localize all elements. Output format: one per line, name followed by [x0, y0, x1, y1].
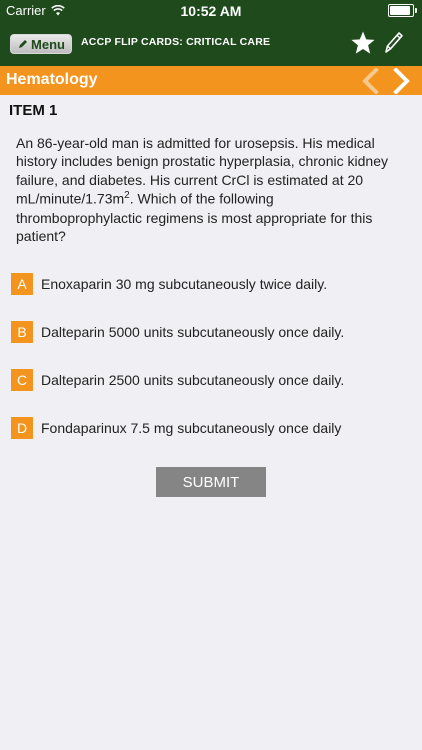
answer-option-b[interactable]: B Dalteparin 5000 units subcutaneously o…: [11, 321, 401, 343]
item-heading: ITEM 1: [9, 102, 58, 119]
chevron-right-icon: [393, 67, 410, 95]
answer-text: Fondaparinux 7.5 mg subcutaneously once …: [41, 420, 342, 436]
answer-text: Enoxaparin 30 mg subcutaneously twice da…: [41, 276, 328, 292]
star-icon: [351, 31, 375, 54]
section-title: Hematology: [6, 71, 98, 88]
edit-button[interactable]: [382, 30, 404, 56]
question-text: An 86-year-old man is admitted for urose…: [16, 134, 396, 245]
answer-option-c[interactable]: C Dalteparin 2500 units subcutaneously o…: [11, 369, 401, 391]
answer-letter: D: [11, 417, 33, 439]
answer-text: Dalteparin 2500 units subcutaneously onc…: [41, 372, 345, 388]
answer-option-a[interactable]: A Enoxaparin 30 mg subcutaneously twice …: [11, 273, 401, 295]
menu-label: Menu: [31, 36, 65, 52]
menu-button[interactable]: Menu: [10, 34, 72, 54]
answer-letter: B: [11, 321, 33, 343]
favorite-button[interactable]: [350, 30, 376, 56]
battery-icon: [388, 4, 417, 17]
status-bar: Carrier 10:52 AM: [0, 0, 422, 22]
chevron-left-icon: [362, 67, 379, 95]
answer-letter: C: [11, 369, 33, 391]
submit-button[interactable]: SUBMIT: [156, 467, 266, 497]
answer-option-d[interactable]: D Fondaparinux 7.5 mg subcutaneously onc…: [11, 417, 401, 439]
pencil-icon: [385, 32, 403, 53]
pen-icon: [19, 39, 28, 48]
previous-card-button[interactable]: [360, 67, 382, 95]
answer-text: Dalteparin 5000 units subcutaneously onc…: [41, 324, 345, 340]
next-card-button[interactable]: [390, 67, 412, 95]
app-title: ACCP FLIP CARDS: CRITICAL CARE: [81, 36, 271, 48]
section-bar: Hematology: [0, 66, 422, 95]
status-time: 10:52 AM: [180, 3, 242, 19]
answer-letter: A: [11, 273, 33, 295]
